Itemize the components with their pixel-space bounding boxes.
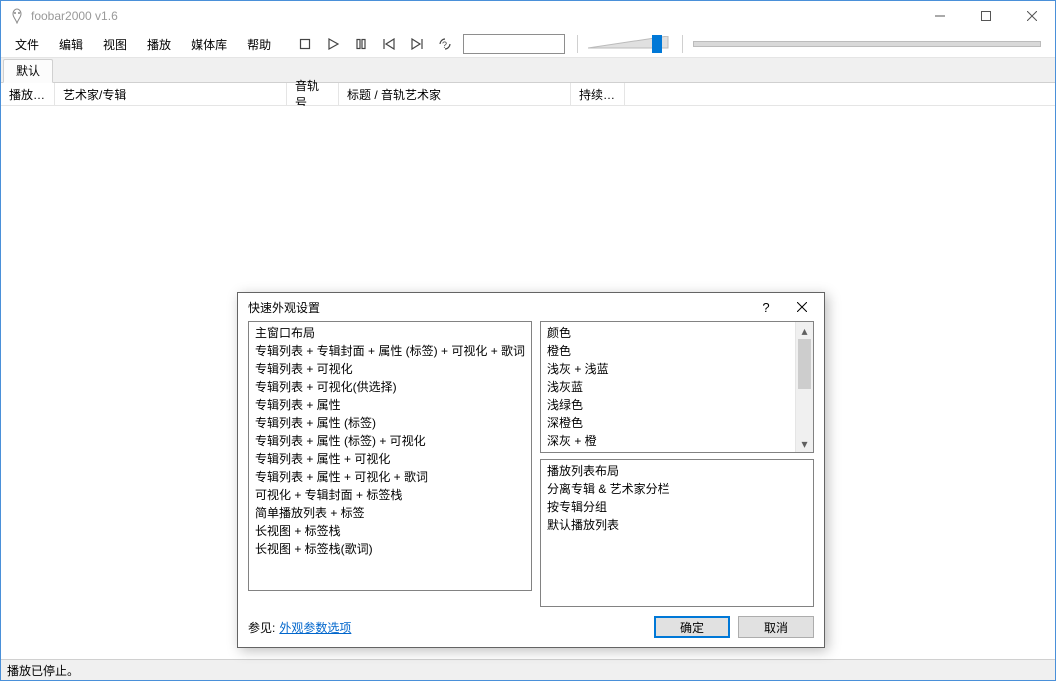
pause-button[interactable] <box>349 33 373 55</box>
dialog-title: 快速外观设置 <box>248 299 320 316</box>
play-button[interactable] <box>321 33 345 55</box>
list-item[interactable]: 浅绿色 <box>547 396 793 414</box>
menu-help[interactable]: 帮助 <box>237 32 281 57</box>
cancel-button[interactable]: 取消 <box>738 616 814 638</box>
col-playing[interactable]: 播放… <box>1 83 55 105</box>
color-listbox[interactable]: 颜色 橙色 浅灰 + 浅蓝 浅灰蓝 浅绿色 深橙色 深灰 + 橙 ▴ ▾ <box>540 321 814 453</box>
search-field[interactable] <box>463 34 565 54</box>
list-item[interactable]: 简单播放列表 + 标签 <box>255 504 525 522</box>
list-item[interactable]: 深灰 + 橙 <box>547 432 793 450</box>
ok-button[interactable]: 确定 <box>654 616 730 638</box>
seek-bar[interactable] <box>693 35 1041 53</box>
scroll-up-icon[interactable]: ▴ <box>796 322 813 339</box>
maximize-button[interactable] <box>963 1 1009 31</box>
scrollbar[interactable]: ▴ ▾ <box>795 322 813 452</box>
app-icon <box>9 8 25 24</box>
listbox-header: 播放列表布局 <box>547 462 807 480</box>
seealso-label: 参见: <box>248 619 275 636</box>
list-item[interactable]: 专辑列表 + 属性 (标签) <box>255 414 525 432</box>
listbox-header: 颜色 <box>547 324 793 342</box>
list-item[interactable]: 按专辑分组 <box>547 498 807 516</box>
list-item[interactable]: 长视图 + 标签栈 <box>255 522 525 540</box>
playlist-area: 快速外观设置 ? 主窗口布局 专辑列表 + 专辑封面 + 属性 (标签) + 可… <box>1 106 1055 659</box>
quick-appearance-dialog: 快速外观设置 ? 主窗口布局 专辑列表 + 专辑封面 + 属性 (标签) + 可… <box>237 292 825 648</box>
playlist-tabstrip: 默认 <box>1 58 1055 83</box>
col-artist[interactable]: 艺术家/专辑 <box>55 83 287 105</box>
scroll-thumb[interactable] <box>798 339 811 389</box>
scroll-down-icon[interactable]: ▾ <box>796 435 813 452</box>
list-item[interactable]: 专辑列表 + 属性 <box>255 396 525 414</box>
list-item[interactable]: 深橙色 <box>547 414 793 432</box>
menubar: 文件 编辑 视图 播放 媒体库 帮助 ? <box>1 31 1055 58</box>
menu-file[interactable]: 文件 <box>5 32 49 57</box>
next-button[interactable] <box>405 33 429 55</box>
separator <box>682 35 683 53</box>
appearance-options-link[interactable]: 外观参数选项 <box>279 619 351 636</box>
list-item[interactable]: 浅灰蓝 <box>547 378 793 396</box>
menu-edit[interactable]: 编辑 <box>49 32 93 57</box>
list-item[interactable]: 专辑列表 + 可视化(供选择) <box>255 378 525 396</box>
menu-library[interactable]: 媒体库 <box>181 32 237 57</box>
list-item[interactable]: 浅灰 + 浅蓝 <box>547 360 793 378</box>
minimize-button[interactable] <box>917 1 963 31</box>
list-item[interactable]: 专辑列表 + 属性 (标签) + 可视化 <box>255 432 525 450</box>
dialog-help-button[interactable]: ? <box>748 295 784 319</box>
col-trackno[interactable]: 音轨号 <box>287 83 339 105</box>
tab-default[interactable]: 默认 <box>3 59 53 83</box>
layout-listbox[interactable]: 主窗口布局 专辑列表 + 专辑封面 + 属性 (标签) + 可视化 + 歌词 专… <box>248 321 532 591</box>
status-text: 播放已停止。 <box>7 662 79 679</box>
dialog-close-button[interactable] <box>784 295 820 319</box>
list-item[interactable]: 可视化 + 专辑封面 + 标签栈 <box>255 486 525 504</box>
dialog-footer: 参见: 外观参数选项 确定 取消 <box>238 607 824 647</box>
list-item[interactable]: 专辑列表 + 专辑封面 + 属性 (标签) + 可视化 + 歌词 <box>255 342 525 360</box>
list-item[interactable]: 分离专辑 & 艺术家分栏 <box>547 480 807 498</box>
col-duration[interactable]: 持续… <box>571 83 625 105</box>
list-item[interactable]: 长视图 + 标签栈(歌词) <box>255 540 525 558</box>
titlebar[interactable]: foobar2000 v1.6 <box>1 1 1055 31</box>
main-window: foobar2000 v1.6 文件 编辑 视图 播放 媒体库 帮助 ? 默 <box>0 0 1056 681</box>
statusbar: 播放已停止。 <box>1 659 1055 680</box>
window-title: foobar2000 v1.6 <box>31 9 118 23</box>
playlist-layout-listbox[interactable]: 播放列表布局 分离专辑 & 艺术家分栏 按专辑分组 默认播放列表 <box>540 459 814 607</box>
playback-toolbar: ? <box>293 33 457 55</box>
list-item[interactable]: 专辑列表 + 可视化 <box>255 360 525 378</box>
list-item[interactable]: 专辑列表 + 属性 + 可视化 <box>255 450 525 468</box>
list-item[interactable]: 橙色 <box>547 342 793 360</box>
prev-button[interactable] <box>377 33 401 55</box>
dialog-titlebar[interactable]: 快速外观设置 ? <box>238 293 824 321</box>
random-button[interactable]: ? <box>433 33 457 55</box>
svg-text:?: ? <box>442 40 447 50</box>
stop-button[interactable] <box>293 33 317 55</box>
menu-view[interactable]: 视图 <box>93 32 137 57</box>
menu-playback[interactable]: 播放 <box>137 32 181 57</box>
listbox-header: 主窗口布局 <box>255 324 525 342</box>
list-item[interactable]: 默认播放列表 <box>547 516 807 534</box>
close-button[interactable] <box>1009 1 1055 31</box>
volume-thumb[interactable] <box>652 35 662 53</box>
separator <box>577 35 578 53</box>
column-headers: 播放… 艺术家/专辑 音轨号 标题 / 音轨艺术家 持续… <box>1 83 1055 106</box>
col-title[interactable]: 标题 / 音轨艺术家 <box>339 83 571 105</box>
volume-slider[interactable] <box>588 34 672 54</box>
list-item[interactable]: 专辑列表 + 属性 + 可视化 + 歌词 <box>255 468 525 486</box>
